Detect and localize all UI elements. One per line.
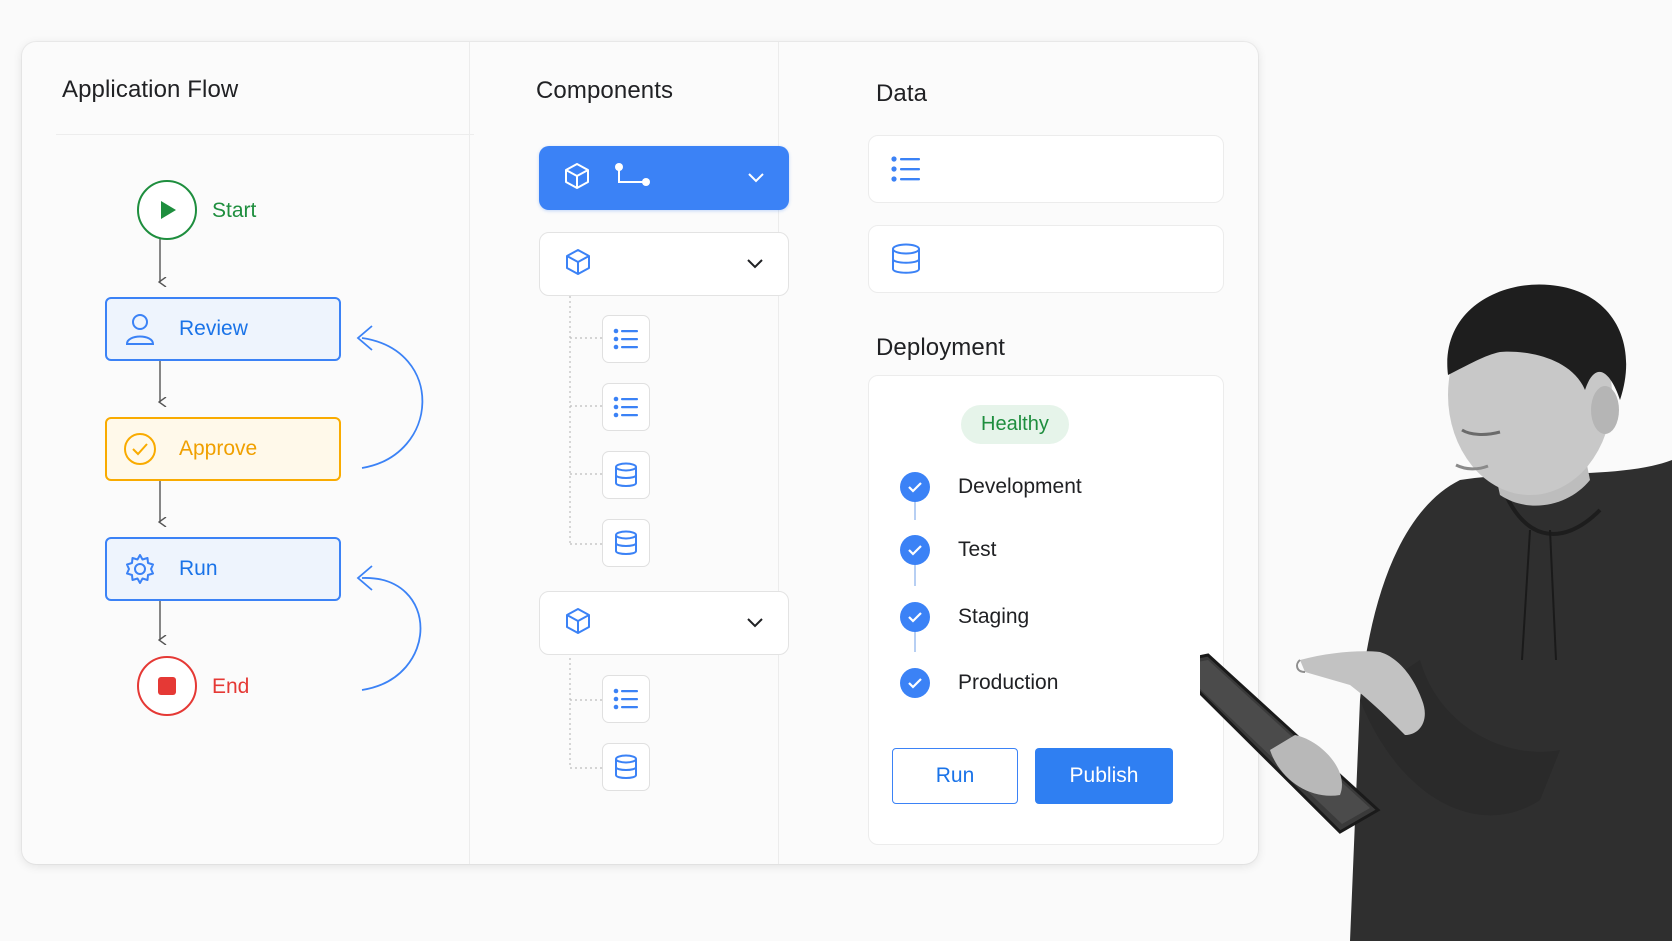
column-divider bbox=[469, 42, 470, 864]
component-child-database[interactable] bbox=[602, 519, 650, 567]
database-icon bbox=[892, 243, 920, 274]
flow-title: Application Flow bbox=[62, 76, 239, 103]
flow-title-divider bbox=[56, 134, 474, 135]
list-icon bbox=[613, 396, 638, 418]
start-label: Start bbox=[212, 199, 257, 222]
gear-icon bbox=[123, 552, 157, 586]
start-node[interactable] bbox=[137, 180, 197, 240]
flow-step-approve[interactable]: Approve bbox=[105, 417, 341, 481]
stage-label: Development bbox=[958, 475, 1082, 498]
deployment-title: Deployment bbox=[876, 334, 1006, 361]
status-badge: Healthy bbox=[961, 405, 1069, 444]
check-circle-icon bbox=[123, 432, 157, 466]
component-group-1[interactable] bbox=[539, 146, 789, 210]
person-icon bbox=[123, 312, 157, 346]
chevron-down-icon[interactable] bbox=[746, 258, 764, 270]
data-title: Data bbox=[876, 80, 928, 107]
data-item-list[interactable] bbox=[868, 135, 1224, 203]
play-icon bbox=[161, 201, 176, 219]
deployment-panel: Healthy Development Test Staging Product… bbox=[868, 375, 1224, 845]
cube-icon bbox=[564, 607, 592, 640]
stage-development: Development bbox=[900, 472, 1082, 502]
database-icon bbox=[615, 754, 637, 779]
component-child-list[interactable] bbox=[602, 675, 650, 723]
component-child-database[interactable] bbox=[602, 451, 650, 499]
person-with-tablet-illustration bbox=[1200, 284, 1672, 941]
list-icon bbox=[613, 688, 638, 710]
flow-step-review[interactable]: Review bbox=[105, 297, 341, 361]
chevron-down-icon[interactable] bbox=[747, 172, 765, 184]
database-icon bbox=[615, 462, 637, 487]
flow-step-label: Review bbox=[179, 317, 248, 340]
data-item-database[interactable] bbox=[868, 225, 1224, 293]
components-title: Components bbox=[536, 77, 674, 104]
list-icon bbox=[891, 156, 920, 182]
chevron-down-icon[interactable] bbox=[746, 617, 764, 629]
flow-step-label: Run bbox=[179, 557, 218, 580]
stop-icon bbox=[158, 677, 176, 695]
flow-step-run[interactable]: Run bbox=[105, 537, 341, 601]
flow-step-label: Approve bbox=[179, 437, 258, 460]
cube-icon bbox=[564, 248, 592, 281]
component-group-3[interactable] bbox=[539, 591, 789, 655]
component-group-2[interactable] bbox=[539, 232, 789, 296]
check-icon bbox=[900, 668, 930, 698]
stage-label: Production bbox=[958, 671, 1059, 694]
cube-icon bbox=[563, 162, 591, 195]
branch-icon bbox=[613, 162, 653, 195]
end-label: End bbox=[212, 675, 250, 698]
list-icon bbox=[613, 328, 638, 350]
run-button[interactable]: Run bbox=[892, 748, 1018, 804]
check-icon bbox=[900, 602, 930, 632]
publish-button[interactable]: Publish bbox=[1035, 748, 1173, 804]
component-child-list[interactable] bbox=[602, 315, 650, 363]
stage-test: Test bbox=[900, 535, 997, 565]
component-child-list[interactable] bbox=[602, 383, 650, 431]
stage-production: Production bbox=[900, 668, 1058, 698]
end-node[interactable] bbox=[137, 656, 197, 716]
check-icon bbox=[900, 472, 930, 502]
database-icon bbox=[615, 530, 637, 555]
check-icon bbox=[900, 535, 930, 565]
component-child-database[interactable] bbox=[602, 743, 650, 791]
stage-staging: Staging bbox=[900, 602, 1029, 632]
stage-label: Staging bbox=[958, 605, 1030, 628]
stage-label: Test bbox=[958, 538, 997, 561]
